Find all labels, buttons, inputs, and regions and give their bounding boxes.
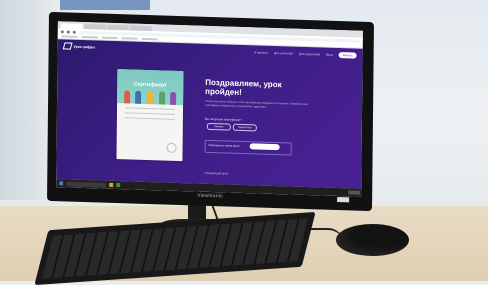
question-label: Вы получили сертификат?: [204, 116, 242, 122]
choice-download-button[interactable]: Скачать: [206, 122, 231, 131]
browser-tab[interactable]: [129, 25, 152, 32]
certificate-header: Сертификат: [117, 69, 184, 106]
bookmark-item[interactable]: [141, 37, 158, 41]
choice-share-button[interactable]: Поделиться: [232, 123, 257, 132]
monitor: Урок цифры О проекте Для учителей Для ро…: [47, 11, 374, 212]
forward-icon[interactable]: [66, 29, 70, 34]
computer-mouse: [336, 224, 409, 256]
nav-start-button[interactable]: Начать: [338, 51, 357, 59]
logo-icon: [62, 42, 73, 50]
page-title: Поздравляем, урок пройден!: [205, 77, 282, 97]
taskbar-clock: [348, 190, 361, 195]
certificate-illustration: [121, 87, 179, 105]
back-icon[interactable]: [60, 29, 64, 33]
bookmark-item[interactable]: [81, 35, 98, 39]
bookmark-item[interactable]: [101, 36, 118, 40]
site-logo-text: Урок цифры: [73, 44, 96, 49]
webpage: Урок цифры О проекте Для учителей Для ро…: [56, 39, 363, 189]
nav-item[interactable]: Для учителей: [274, 50, 293, 55]
certificate-seal: [166, 142, 177, 153]
feedback-button[interactable]: [249, 143, 280, 151]
browser-tab[interactable]: [60, 23, 83, 29]
bookmark-item[interactable]: [61, 35, 78, 38]
browser-icon[interactable]: [116, 183, 121, 188]
start-icon[interactable]: [59, 181, 64, 186]
browser-tab[interactable]: [83, 24, 106, 30]
bookmark-item[interactable]: [121, 37, 138, 40]
monitor-brand: ViewSonic: [197, 192, 224, 200]
page-subtext: Теперь вы знаете больше о том, как работ…: [205, 99, 308, 109]
wall-poster: [60, 0, 150, 10]
taskbar-search[interactable]: [66, 180, 107, 188]
nav-item[interactable]: Для родителей: [299, 51, 320, 56]
browser-tab[interactable]: [106, 24, 129, 31]
monitor-label: [337, 196, 350, 203]
monitor-screen: Урок цифры О проекте Для учителей Для ро…: [56, 21, 363, 197]
site-logo[interactable]: Урок цифры: [62, 42, 96, 50]
certificate-card: Сертификат: [116, 69, 184, 162]
nav-item[interactable]: О проекте: [254, 50, 268, 54]
explorer-icon[interactable]: [109, 182, 114, 187]
reload-icon[interactable]: [72, 30, 76, 34]
nav-item[interactable]: Вход: [326, 52, 333, 56]
next-lesson-link[interactable]: Следующий урок: [204, 171, 228, 176]
